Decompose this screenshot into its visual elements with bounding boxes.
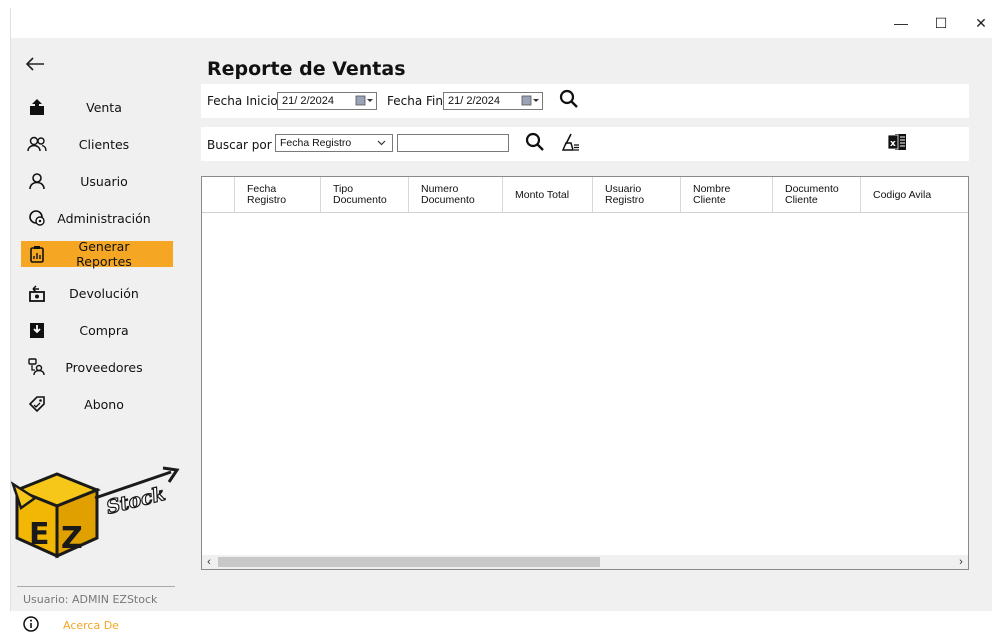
sidebar-item-compra[interactable]: Compra — [21, 317, 173, 343]
close-button[interactable]: ✕ — [961, 8, 992, 38]
scroll-left-arrow[interactable]: ‹ — [202, 555, 216, 569]
users-icon — [25, 134, 49, 154]
sidebar-item-devolucion[interactable]: Devolución — [21, 280, 173, 306]
search-panel: Buscar por Fecha Registro x — [201, 127, 969, 161]
sales-report-grid[interactable]: Fecha Registro Tipo Documento Numero Doc… — [201, 176, 969, 570]
return-box-icon — [25, 283, 49, 303]
column-header[interactable]: Documento Cliente — [772, 177, 860, 213]
sidebar-item-administracion[interactable]: Administración — [21, 205, 173, 231]
column-header[interactable]: Usuario Registro — [592, 177, 680, 213]
admin-settings-icon — [25, 208, 49, 228]
horizontal-scrollbar[interactable]: ‹ › — [202, 555, 968, 569]
sidebar-item-label: Administración — [57, 210, 151, 226]
sidebar: Venta Clientes Usuario Administración Ge — [10, 38, 183, 632]
sidebar-item-proveedores[interactable]: Proveedores — [21, 354, 173, 380]
svg-text:Z: Z — [61, 521, 83, 556]
ezstock-logo: E Z Stock — [10, 458, 183, 578]
suppliers-icon — [25, 357, 49, 377]
tag-icon — [25, 394, 49, 414]
sidebar-item-label: Proveedores — [65, 359, 143, 375]
sidebar-item-label: Generar Reportes — [76, 239, 132, 269]
column-header[interactable]: Codigo Avila — [860, 177, 968, 213]
search-dates-button[interactable] — [557, 89, 581, 113]
fecha-fin-picker[interactable]: 21/ 2/2024 — [443, 92, 543, 110]
sidebar-item-label: Venta — [86, 99, 122, 115]
column-header[interactable]: Numero Documento — [408, 177, 502, 213]
download-box-icon — [25, 320, 49, 340]
minimize-button[interactable]: — — [881, 8, 921, 38]
clear-search-button[interactable] — [559, 132, 583, 156]
sidebar-item-venta[interactable]: Venta — [21, 94, 173, 120]
search-icon — [559, 89, 579, 114]
app-window: — ☐ ✕ Venta Clientes Usuario Administrac… — [10, 8, 992, 632]
fecha-inicio-value: 21/ 2/2024 — [282, 95, 334, 107]
sidebar-item-generar-reportes[interactable]: Generar Reportes — [21, 239, 173, 269]
fecha-inicio-label: Fecha Inicio — [207, 94, 278, 108]
user-icon — [25, 171, 49, 191]
column-header[interactable]: Nombre Cliente — [680, 177, 772, 213]
main-content: Reporte de Ventas Fecha Inicio 21/ 2/202… — [183, 38, 992, 611]
search-button[interactable] — [523, 132, 547, 156]
grid-header: Fecha Registro Tipo Documento Numero Doc… — [202, 177, 968, 213]
column-header[interactable]: Fecha Registro — [234, 177, 320, 213]
sidebar-item-usuario[interactable]: Usuario — [21, 168, 173, 194]
maximize-button[interactable]: ☐ — [921, 8, 961, 38]
search-input[interactable] — [397, 134, 509, 152]
sidebar-item-clientes[interactable]: Clientes — [21, 131, 173, 157]
report-clipboard-icon — [25, 244, 49, 264]
search-field-select[interactable]: Fecha Registro — [275, 134, 393, 152]
excel-icon: x — [887, 132, 907, 157]
sidebar-item-label: Compra — [79, 322, 129, 338]
fecha-fin-value: 21/ 2/2024 — [448, 95, 500, 107]
sidebar-item-label: Usuario — [80, 173, 128, 189]
svg-text:Stock: Stock — [104, 483, 167, 519]
export-excel-button[interactable]: x — [885, 132, 909, 156]
broom-icon — [561, 132, 581, 157]
sidebar-item-abono[interactable]: Abono — [21, 391, 173, 417]
buscar-por-label: Buscar por — [207, 138, 272, 152]
upload-box-icon — [25, 97, 49, 117]
page-title: Reporte de Ventas — [207, 58, 406, 80]
date-filter-panel: Fecha Inicio 21/ 2/2024 Fecha Fin 21/ 2/… — [201, 84, 969, 118]
search-icon — [525, 132, 545, 157]
sidebar-divider — [17, 586, 175, 587]
sidebar-item-label: Abono — [84, 396, 124, 412]
scroll-right-arrow[interactable]: › — [954, 555, 968, 569]
about-label: Acerca De — [63, 618, 119, 632]
column-header[interactable]: Monto Total — [502, 177, 592, 213]
scrollbar-thumb[interactable] — [218, 557, 600, 567]
back-arrow-icon[interactable] — [25, 52, 45, 78]
svg-text:x: x — [890, 139, 896, 149]
title-bar: — ☐ ✕ — [11, 8, 992, 38]
row-header-corner — [202, 177, 234, 213]
current-user-label: Usuario: ADMIN EZStock — [23, 593, 158, 606]
calendar-dropdown-icon[interactable] — [521, 95, 539, 107]
fecha-fin-label: Fecha Fin — [387, 94, 443, 108]
search-field-selected: Fecha Registro — [280, 137, 352, 149]
calendar-dropdown-icon[interactable] — [355, 95, 373, 107]
sidebar-item-label: Clientes — [78, 136, 130, 152]
sidebar-item-label: Devolución — [69, 285, 139, 301]
svg-text:E: E — [29, 517, 50, 552]
chevron-down-icon — [377, 135, 386, 154]
fecha-inicio-picker[interactable]: 21/ 2/2024 — [277, 92, 377, 110]
column-header[interactable]: Tipo Documento — [320, 177, 408, 213]
